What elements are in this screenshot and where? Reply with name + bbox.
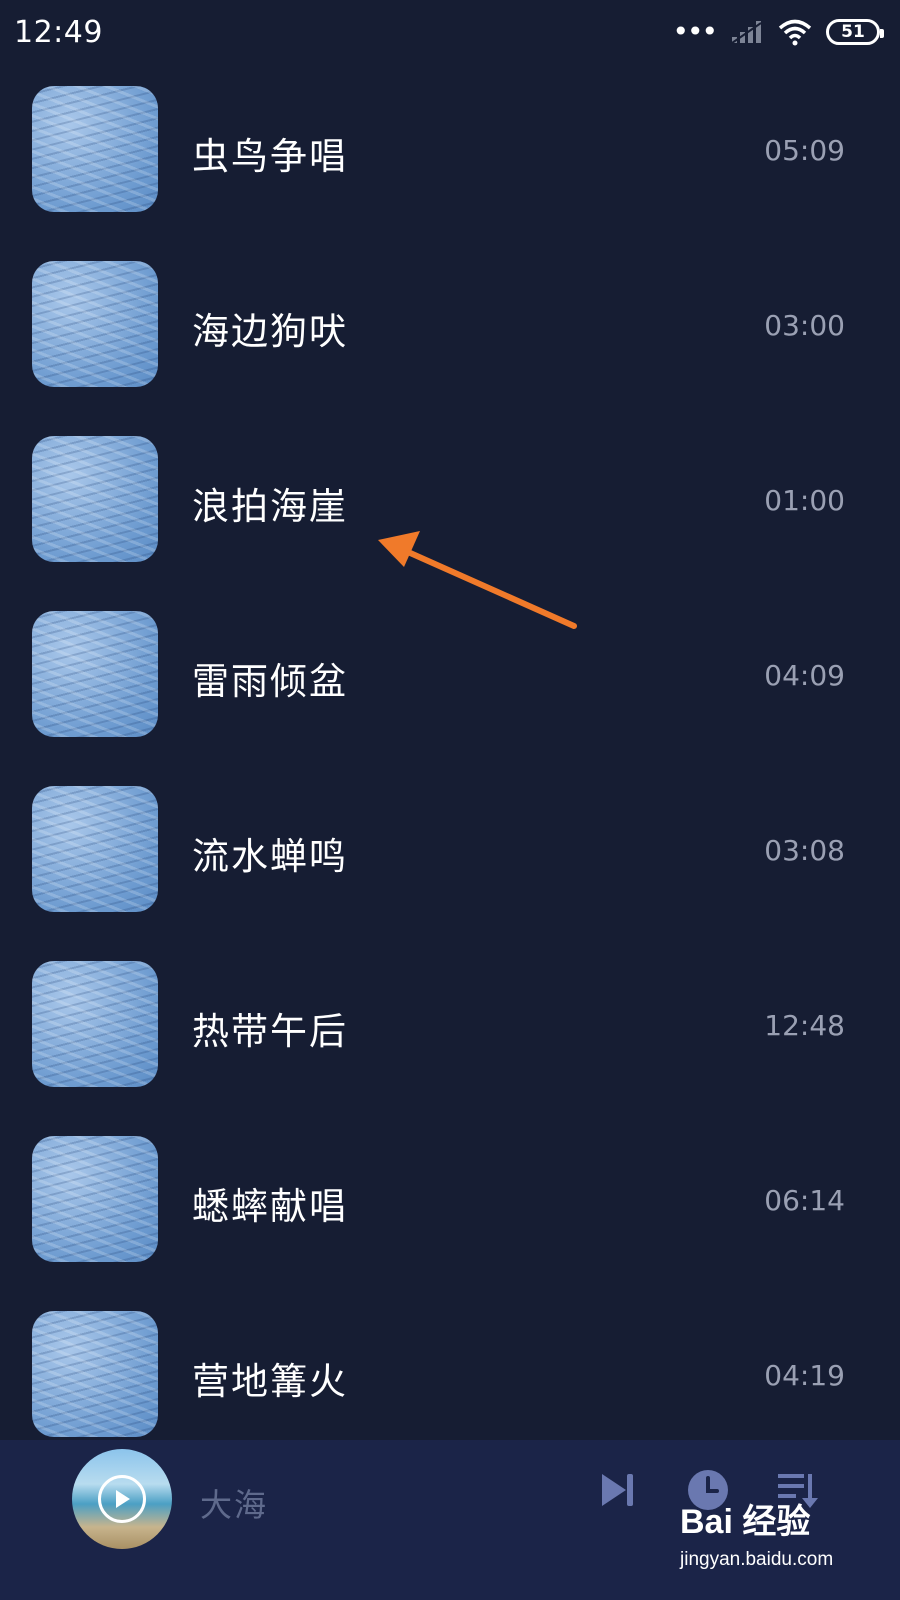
track-thumbnail (32, 786, 158, 912)
now-playing-title: 大海 (200, 1486, 269, 1524)
track-thumbnail (32, 436, 158, 562)
track-duration: 05:09 (764, 134, 845, 167)
track-title: 海边狗吠 (192, 310, 348, 353)
track-thumbnail (32, 611, 158, 737)
play-icon[interactable] (98, 1475, 146, 1523)
track-row[interactable]: 流水蝉鸣 03:08 (0, 764, 900, 939)
status-time: 12:49 (14, 14, 103, 50)
more-dots-icon: ••• (672, 15, 718, 48)
track-thumbnail (32, 86, 158, 212)
track-row[interactable]: 营地篝火 04:19 (0, 1289, 900, 1440)
track-thumbnail (32, 1136, 158, 1262)
track-duration: 03:00 (764, 309, 845, 342)
track-duration: 04:09 (764, 659, 845, 692)
track-duration: 12:48 (764, 1009, 845, 1042)
track-row[interactable]: 蟋蟀献唱 06:14 (0, 1114, 900, 1289)
track-title: 热带午后 (192, 1010, 348, 1053)
track-title: 营地篝火 (192, 1360, 348, 1403)
wifi-icon (778, 19, 812, 46)
track-list[interactable]: 虫鸟争唱 05:09 海边狗吠 03:00 浪拍海崖 01:00 雷雨倾盆 04… (0, 64, 900, 1440)
status-bar: 12:49 ••• 51 (0, 0, 900, 64)
battery-icon: 51 (826, 19, 884, 45)
baidu-watermark: Bai 经验 jingyan.baidu.com (680, 1494, 890, 1594)
track-duration: 01:00 (764, 484, 845, 517)
track-row[interactable]: 雷雨倾盆 04:09 (0, 589, 900, 764)
track-duration: 06:14 (764, 1184, 845, 1217)
watermark-url: jingyan.baidu.com (680, 1549, 834, 1570)
track-thumbnail (32, 961, 158, 1087)
track-thumbnail (32, 1311, 158, 1437)
battery-level: 51 (841, 22, 865, 42)
status-icons: ••• 51 (672, 15, 884, 48)
signal-icon (731, 21, 762, 44)
track-title: 流水蝉鸣 (192, 835, 348, 878)
track-duration: 04:19 (764, 1359, 845, 1392)
track-title: 虫鸟争唱 (192, 135, 348, 178)
watermark-brand: Bai 经验 (680, 1503, 811, 1541)
track-row[interactable]: 虫鸟争唱 05:09 (0, 64, 900, 239)
track-row[interactable]: 热带午后 12:48 (0, 939, 900, 1114)
skip-next-icon[interactable] (598, 1468, 638, 1512)
album-art[interactable] (72, 1449, 172, 1549)
track-row[interactable]: 浪拍海崖 01:00 (0, 414, 900, 589)
track-thumbnail (32, 261, 158, 387)
app-screen: 12:49 ••• 51 虫鸟争唱 05:09 海边狗吠 03:00 浪拍海崖 … (0, 0, 900, 1600)
track-row[interactable]: 海边狗吠 03:00 (0, 239, 900, 414)
track-title: 浪拍海崖 (192, 485, 348, 528)
track-title: 蟋蟀献唱 (192, 1185, 348, 1228)
track-title: 雷雨倾盆 (192, 660, 348, 703)
track-duration: 03:08 (764, 834, 845, 867)
